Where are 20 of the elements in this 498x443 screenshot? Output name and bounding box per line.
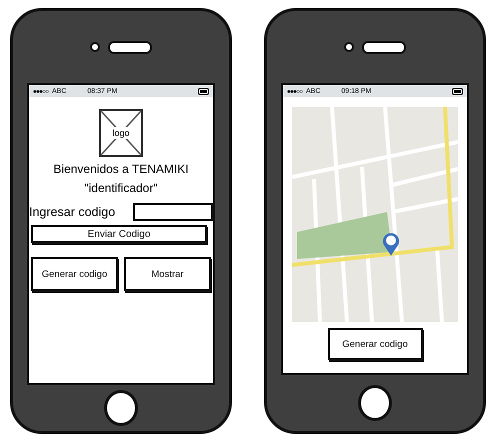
battery-icon [452, 88, 463, 94]
battery-icon [198, 88, 209, 94]
camera-icon [90, 42, 100, 52]
home-button[interactable] [358, 385, 392, 421]
subtitle: "identificador" [84, 181, 158, 195]
action-button[interactable]: Mostrar [124, 257, 211, 291]
generate-code-button[interactable]: Generar codigo [328, 328, 422, 360]
signal-icon [287, 88, 303, 94]
speaker-icon [362, 40, 406, 54]
speaker-icon [108, 40, 152, 54]
send-code-button[interactable]: Enviar Codigo [31, 225, 207, 243]
home-button[interactable] [104, 390, 138, 426]
location-pin-icon [382, 231, 400, 257]
camera-icon [344, 42, 354, 52]
welcome-title: Bienvenidos a TENAMIKI [53, 162, 189, 176]
action-button[interactable]: Generar codigo [31, 257, 118, 291]
code-label: Ingresar codigo [29, 205, 116, 219]
code-input-field[interactable] [133, 203, 213, 221]
logo-label: logo [110, 127, 132, 139]
signal-icon [33, 88, 49, 94]
